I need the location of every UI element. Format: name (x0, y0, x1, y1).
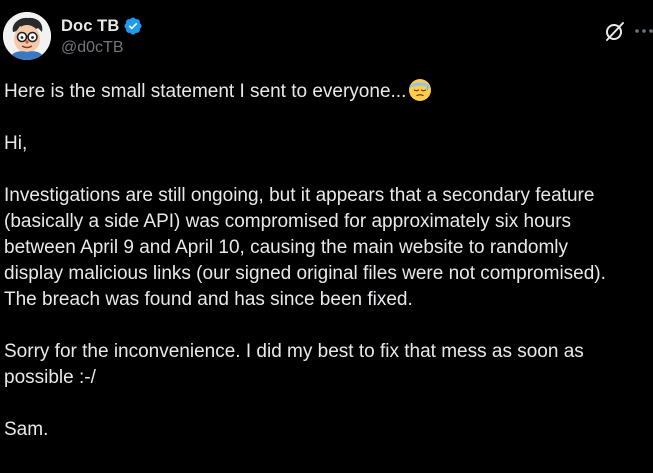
tweet-body-paragraph: Investigations are still ongoing, but it… (4, 185, 606, 310)
avatar[interactable] (3, 12, 51, 60)
avatar-illustration (3, 12, 51, 60)
tweet-signoff: Sam. (4, 419, 49, 440)
tweet-apology-paragraph: Sorry for the inconvenience. I did my be… (4, 341, 584, 388)
tweet-greeting: Hi, (4, 133, 28, 154)
verified-badge-icon[interactable] (123, 16, 143, 36)
tweet-text: Here is the small statement I sent to ev… (4, 78, 650, 443)
tweet-intro-text: Here is the small statement I sent to ev… (4, 81, 407, 102)
author-info: Doc TB @d0cTB (61, 15, 143, 57)
tweet-header: Doc TB @d0cTB (0, 0, 653, 70)
author-display-name[interactable]: Doc TB (61, 17, 119, 36)
tweet-intro-paragraph: Here is the small statement I sent to ev… (4, 78, 650, 105)
more-options-icon[interactable] (632, 20, 653, 42)
grok-icon[interactable] (604, 20, 626, 42)
author-handle[interactable]: @d0cTB (61, 39, 143, 57)
downcast-face-with-sweat-emoji-icon (408, 78, 432, 102)
